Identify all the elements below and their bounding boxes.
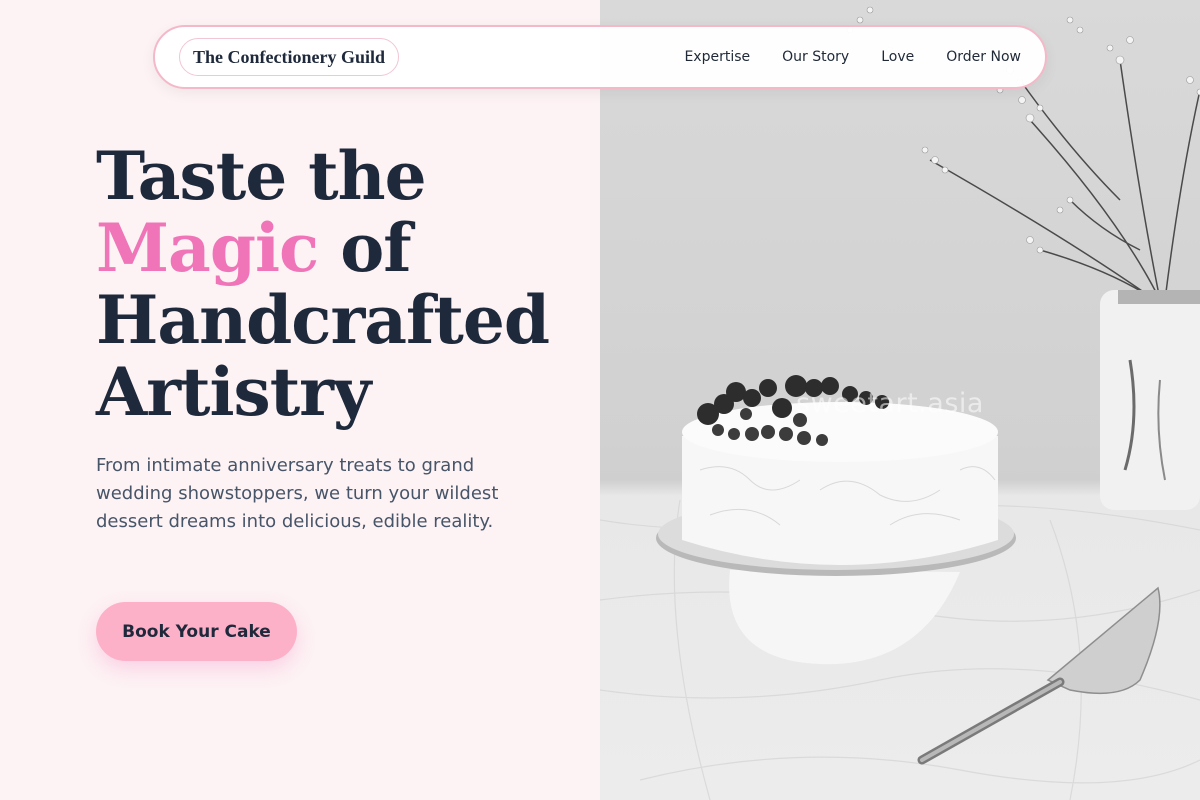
hero-heading-line3: Handcrafted [96,281,550,359]
hero-heading: Taste the Magic of Handcrafted Artistry [96,140,566,428]
hero-photo: sweetart.asia [600,0,1200,800]
hero-heading-accent-word: Magic [96,209,319,287]
nav-link-love[interactable]: Love [881,49,914,65]
top-navigation-bar: The Confectionery Guild Expertise Our St… [153,25,1047,89]
image-watermark: sweetart.asia [796,388,984,419]
hero-heading-line2-rest: of [318,209,411,287]
nav-link-expertise[interactable]: Expertise [684,49,750,65]
cake-server-icon [917,586,1161,765]
nav-link-order-now[interactable]: Order Now [946,49,1021,65]
hero-heading-line1: Taste the [96,137,427,215]
brand-logo-link[interactable]: The Confectionery Guild [179,38,399,76]
nav-links: Expertise Our Story Love Order Now [684,49,1021,65]
hero-description: From intimate anniversary treats to gran… [96,455,499,532]
book-your-cake-button[interactable]: Book Your Cake [96,602,297,661]
hero-heading-line4: Artistry [96,353,371,431]
nav-link-our-story[interactable]: Our Story [782,49,849,65]
